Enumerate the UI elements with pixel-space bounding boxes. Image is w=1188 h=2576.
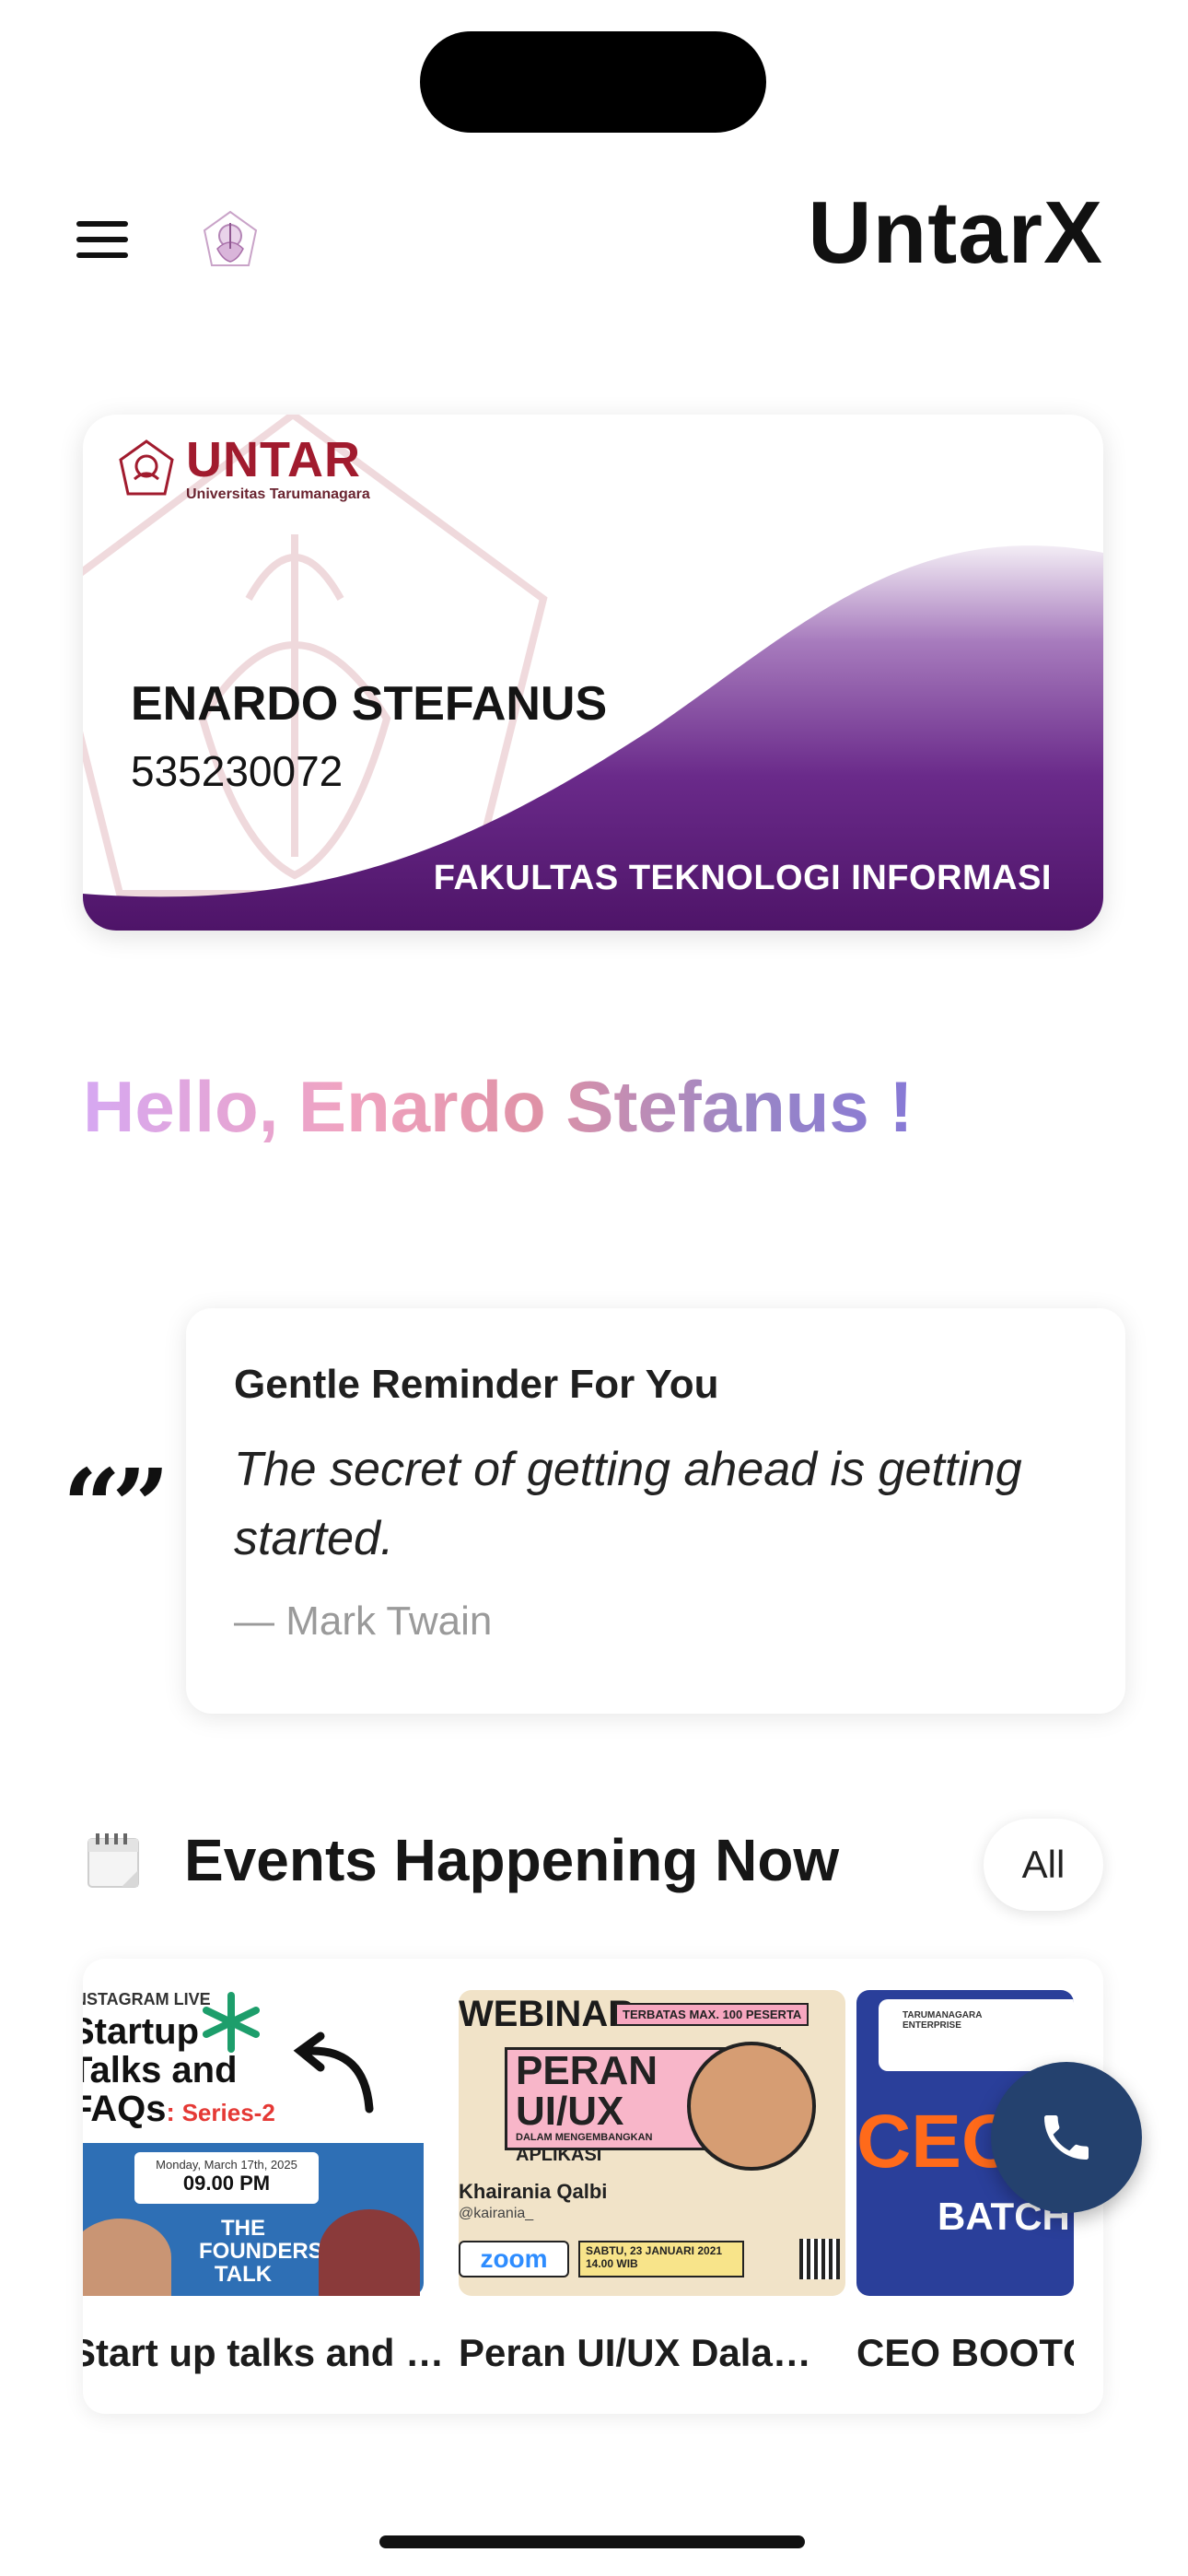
app-title: UntarX	[808, 183, 1103, 282]
quote-author: — Mark Twain	[234, 1598, 493, 1644]
arrow-icon	[293, 2032, 374, 2113]
asterisk-icon	[203, 1992, 260, 2053]
dynamic-island	[420, 31, 766, 133]
untar-seal-icon[interactable]	[197, 208, 263, 275]
student-name: ENARDO STEFANUS	[131, 677, 608, 731]
event-title: Peran UI/UX Dalam Mengembangkan Aplikasi	[459, 2331, 845, 2374]
faculty-name: FAKULTAS TEKNOLOGI INFORMASI	[433, 859, 1052, 897]
calendar-icon	[87, 1833, 139, 1888]
brand-name: UNTAR	[186, 432, 361, 487]
events-header: Events Happening Now All	[83, 1819, 1103, 1911]
card-brand: UNTAR Universitas Tarumanagara	[116, 435, 370, 503]
hamburger-icon	[76, 221, 128, 227]
greeting-text: Hello, Enardo Stefanus !	[83, 1066, 914, 1147]
quote-heading: Gentle Reminder For You	[234, 1362, 719, 1407]
event-card-peran-uiux[interactable]: WEBINAR TERBATAS MAX. 100 PESERTA PERAN …	[459, 1990, 845, 2375]
event-title: Start up talks and FAQs	[83, 2331, 457, 2374]
student-id-card[interactable]: UNTAR Universitas Tarumanagara ENARDO ST…	[83, 415, 1103, 931]
call-button[interactable]	[991, 2062, 1142, 2213]
event-poster: WEBINAR TERBATAS MAX. 100 PESERTA PERAN …	[459, 1990, 845, 2296]
event-title: CEO BOOTCAMP	[856, 2331, 1074, 2374]
quote-text: The secret of getting ahead is getting s…	[234, 1443, 1022, 1566]
events-carousel[interactable]: INSTAGRAM LIVE Startup Talks and FAQs: S…	[83, 1959, 1103, 2414]
events-title: Events Happening Now	[184, 1827, 840, 1893]
event-card-startup-talks[interactable]: INSTAGRAM LIVE Startup Talks and FAQs: S…	[83, 1990, 457, 2375]
untar-logo-icon	[119, 439, 174, 496]
event-poster: INSTAGRAM LIVE Startup Talks and FAQs: S…	[83, 1990, 457, 2296]
quote-mark-icon: “”	[63, 1446, 170, 1565]
menu-button[interactable]	[74, 217, 131, 262]
student-id-number: 535230072	[131, 747, 344, 795]
brand-subtitle: Universitas Tarumanagara	[186, 486, 370, 502]
home-indicator	[379, 2535, 805, 2548]
phone-icon	[1044, 2115, 1089, 2160]
view-all-events-button[interactable]: All	[984, 1819, 1103, 1911]
quote-card: Gentle Reminder For You The secret of ge…	[186, 1308, 1125, 1714]
